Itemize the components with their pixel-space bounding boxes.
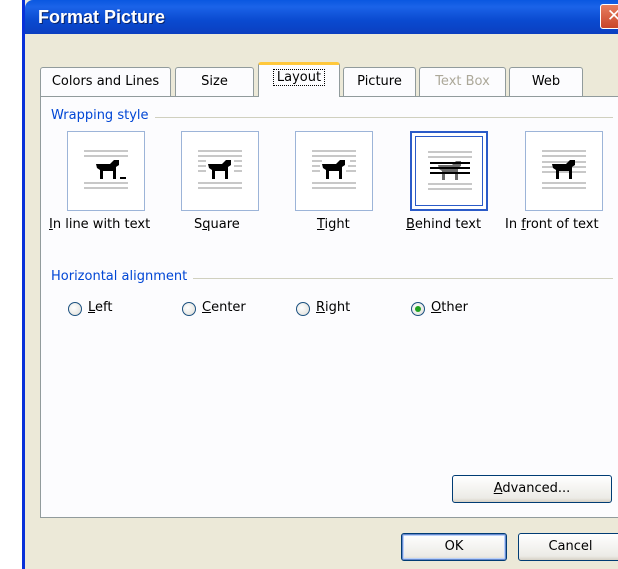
- tab-label: Colors and Lines: [51, 74, 160, 89]
- wrap-option-tight[interactable]: [295, 131, 373, 211]
- wrap-option-behind-text[interactable]: [410, 131, 488, 211]
- tab-size[interactable]: Size: [175, 67, 254, 97]
- tab-web[interactable]: Web: [509, 67, 583, 97]
- tab-label: Size: [201, 74, 228, 89]
- square-wrap-icon: [198, 150, 242, 189]
- behind-text-icon: [428, 151, 472, 190]
- advanced-button[interactable]: Advanced...: [452, 475, 612, 503]
- tab-label: Layout: [272, 69, 326, 86]
- title-bar[interactable]: Format Picture ✕: [25, 0, 618, 34]
- wrap-option-in-line[interactable]: [67, 131, 145, 211]
- tab-label: Text Box: [435, 74, 490, 89]
- tight-wrap-icon: [312, 150, 356, 189]
- tab-picture[interactable]: Picture: [343, 67, 416, 97]
- radio-center[interactable]: [182, 302, 196, 316]
- close-button[interactable]: ✕: [600, 4, 618, 29]
- radio-center-label[interactable]: Center: [202, 300, 246, 315]
- wrap-option-tight-label: Tight: [317, 217, 350, 232]
- radio-other[interactable]: [411, 302, 425, 316]
- close-icon: ✕: [606, 6, 618, 26]
- radio-left[interactable]: [68, 302, 82, 316]
- format-picture-dialog: Format Picture ✕ Colors and Lines Size L…: [22, 0, 618, 569]
- layout-tab-panel: Wrapping style In line with text Square …: [40, 96, 618, 518]
- wrapping-style-label: Wrapping style: [51, 108, 155, 123]
- tab-label: Picture: [357, 74, 402, 89]
- tab-text-box: Text Box: [419, 67, 506, 97]
- tab-layout[interactable]: Layout: [258, 62, 340, 97]
- wrap-option-in-line-label: In line with text: [49, 217, 151, 232]
- tab-colors-and-lines[interactable]: Colors and Lines: [40, 67, 171, 97]
- wrap-option-square-label: Square: [194, 217, 240, 232]
- radio-checked-dot: [415, 306, 421, 312]
- tab-label: Web: [531, 74, 561, 89]
- wrap-option-square[interactable]: [181, 131, 259, 211]
- dialog-title: Format Picture: [38, 7, 166, 27]
- horizontal-alignment-label: Horizontal alignment: [51, 269, 194, 284]
- wrap-option-in-front-label: In front of text: [505, 217, 599, 232]
- inline-wrap-icon: [84, 150, 128, 189]
- radio-left-label[interactable]: Left: [88, 300, 112, 315]
- radio-right-label[interactable]: Right: [316, 300, 350, 315]
- cancel-button[interactable]: Cancel: [518, 533, 618, 561]
- radio-other-label[interactable]: Other: [431, 300, 468, 315]
- in-front-icon: [542, 150, 586, 189]
- radio-right[interactable]: [296, 302, 310, 316]
- ok-button[interactable]: OK: [401, 533, 507, 561]
- wrap-option-in-front-of-text[interactable]: [525, 131, 603, 211]
- wrap-option-behind-text-label: Behind text: [406, 217, 482, 232]
